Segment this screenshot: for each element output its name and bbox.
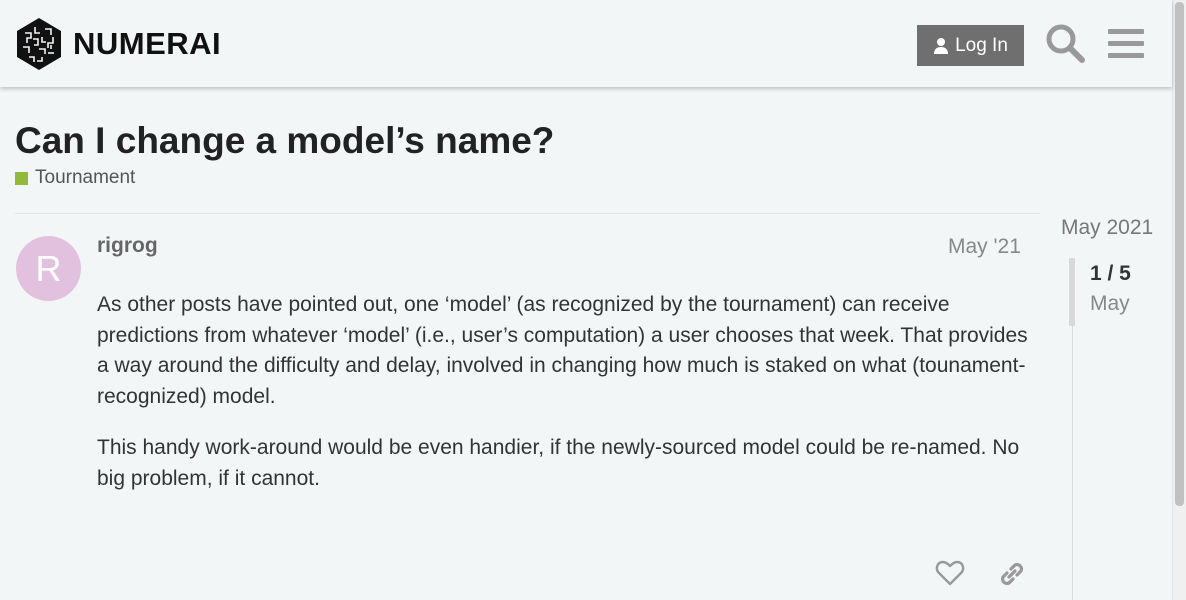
avatar-letter: R [35,247,62,289]
numerai-logo-icon [17,18,61,70]
login-label: Log In [955,34,1008,56]
heart-icon[interactable] [935,558,965,588]
topic-divider [15,213,1040,214]
post-paragraph: This handy work-around would be even han… [97,436,1020,490]
link-icon[interactable] [996,558,1028,590]
post-body: As other posts have pointed out, one ‘mo… [97,290,1037,515]
site-header: NUMERAI Log In [0,0,1172,87]
logo-text: NUMERAI [73,26,222,61]
category-badge[interactable]: Tournament [15,167,135,189]
timeline-start-date[interactable]: May 2021 [1061,216,1153,240]
page-scrollbar[interactable] [1172,0,1186,600]
scrollbar-thumb[interactable] [1175,2,1184,506]
search-icon[interactable] [1044,22,1086,64]
hamburger-menu-icon[interactable] [1106,26,1146,62]
topic-timeline[interactable]: May 2021 1 / 5 May [1060,214,1170,600]
category-color-swatch [15,171,28,185]
user-icon [934,37,949,54]
timeline-scroll-handle[interactable] [1069,258,1075,326]
timeline-month: May [1090,292,1130,315]
login-button[interactable]: Log In [917,25,1024,66]
timeline-position: 1 / 5 [1090,262,1131,285]
post-paragraph: As other posts have pointed out, one ‘mo… [97,293,1028,408]
avatar[interactable]: R [16,236,81,301]
post-author[interactable]: rigrog [97,234,158,258]
topic-title[interactable]: Can I change a model’s name? [15,120,554,162]
category-label: Tournament [35,167,136,188]
numerai-logo[interactable]: NUMERAI [15,17,221,71]
post-date[interactable]: May '21 [948,235,1021,259]
